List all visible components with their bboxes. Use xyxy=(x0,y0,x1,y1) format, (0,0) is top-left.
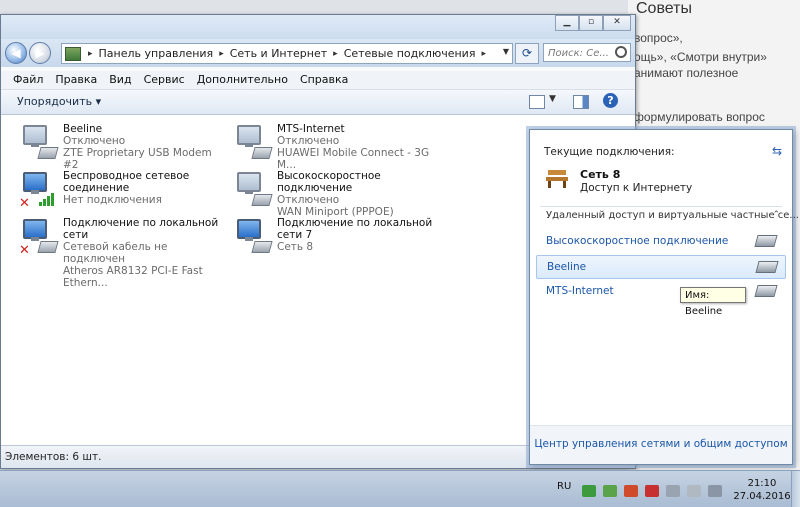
tray-volume-icon[interactable] xyxy=(687,485,701,497)
menu-advanced[interactable]: Дополнительно xyxy=(191,71,294,89)
connection-name: Подключение по локальной сети 7 xyxy=(277,217,433,241)
modem-icon xyxy=(19,125,59,161)
breadcrumb-network-internet[interactable]: Сеть и Интернет xyxy=(227,47,330,60)
minimize-button[interactable]: ▁ xyxy=(555,15,579,31)
background-page-text: формулировать вопрос xyxy=(634,110,765,124)
menu-file[interactable]: Файл xyxy=(7,71,49,89)
tray-app-icon[interactable] xyxy=(624,485,638,497)
network-access: Доступ к Интернету xyxy=(580,182,693,194)
connection-name: Беспроводное сетевое соединение xyxy=(63,170,190,194)
breadcrumb-control-panel[interactable]: Панель управления xyxy=(96,47,217,60)
connection-item[interactable]: Высокоскоростное подключение Отключено W… xyxy=(215,168,429,218)
change-view-icon[interactable] xyxy=(529,95,545,109)
connection-status: Сеть 8 xyxy=(277,241,314,253)
connection-item[interactable]: MTS-Internet Отключено HUAWEI Mobile Con… xyxy=(215,121,429,171)
modem-icon xyxy=(754,235,778,247)
modem-icon xyxy=(754,285,778,297)
network-flyout: Текущие подключения: ⇆ Сеть 8 Доступ к И… xyxy=(529,129,799,465)
clock-date: 27.04.2016 xyxy=(733,491,791,502)
background-page-text: анимают полезное xyxy=(634,66,739,80)
disconnected-x-icon: ✕ xyxy=(19,243,30,258)
current-connections-header: Текущие подключения: xyxy=(544,146,675,158)
cable-icon xyxy=(251,241,273,253)
menu-edit[interactable]: Правка xyxy=(49,71,103,89)
connection-status: Отключено xyxy=(63,135,126,147)
refresh-button[interactable]: ⟳ xyxy=(515,43,539,64)
flyout-entry-beeline[interactable]: Beeline xyxy=(536,255,786,279)
modem-icon xyxy=(233,125,273,161)
background-page-text: вопрос», xyxy=(634,31,683,45)
organize-button[interactable]: Упорядочить ▾ xyxy=(17,95,101,108)
menu-help[interactable]: Справка xyxy=(294,71,354,89)
item-count: Элементов: 6 шт. xyxy=(5,451,102,463)
tooltip: Имя: Beeline xyxy=(680,287,746,317)
connection-status: Нет подключения xyxy=(63,194,162,206)
network-name: Сеть 8 xyxy=(580,168,621,181)
search-icon xyxy=(615,46,627,58)
search-input[interactable]: Поиск: Се... xyxy=(543,43,631,62)
language-indicator[interactable]: RU xyxy=(557,481,571,492)
show-desktop-button[interactable] xyxy=(791,471,800,507)
pppoe-icon xyxy=(233,172,273,208)
tray-app-icon[interactable] xyxy=(603,485,617,497)
connection-name: Beeline xyxy=(63,123,103,135)
connection-item[interactable]: Подключение по локальной сети 7 Сеть 8 xyxy=(215,215,432,261)
tray-shield-icon[interactable] xyxy=(645,485,659,497)
background-page-title: Советы xyxy=(636,0,692,17)
public-network-icon xyxy=(546,170,568,188)
close-button[interactable]: ✕ xyxy=(603,15,631,31)
menu-view[interactable]: Вид xyxy=(103,71,137,89)
breadcrumb-network-connections[interactable]: Сетевые подключения xyxy=(341,47,479,60)
taskbar: RU 21:10 27.04.2016 xyxy=(0,470,800,507)
cable-icon xyxy=(37,241,59,253)
view-options-caret-icon[interactable]: ▼ xyxy=(549,94,556,104)
navigation-bar: ◀ ▶ ▸ Панель управления ▸ Сеть и Интерне… xyxy=(1,39,635,67)
connection-status: Сетевой кабель не подключен xyxy=(63,241,168,265)
lan-icon xyxy=(233,219,273,255)
address-dropdown-icon[interactable]: ▼ xyxy=(503,47,509,56)
menu-service[interactable]: Сервис xyxy=(138,71,191,89)
tray-network-icon[interactable] xyxy=(708,485,722,497)
background-page-text: ощь», «Смотри внутри» xyxy=(634,50,767,64)
connection-status: Отключено xyxy=(277,194,340,206)
flyout-entry-mts[interactable]: MTS-Internet xyxy=(536,280,784,302)
menu-bar: Файл Правка Вид Сервис Дополнительно Спр… xyxy=(1,71,635,90)
forward-button[interactable]: ▶ xyxy=(29,42,51,64)
connection-device: Atheros AR8132 PCI-E Fast Ethern... xyxy=(63,265,203,289)
flyout-entry-highspeed[interactable]: Высокоскоростное подключение xyxy=(536,230,784,252)
dialup-vpn-section[interactable]: Удаленный доступ и виртуальные частные с… xyxy=(546,210,799,221)
clock[interactable]: 21:10 27.04.2016 xyxy=(733,477,791,503)
toolbar: Упорядочить ▾ ▼ ? xyxy=(1,90,635,115)
tray-check-icon[interactable] xyxy=(582,485,596,497)
disconnected-x-icon: ✕ xyxy=(19,196,30,211)
refresh-icon[interactable]: ⇆ xyxy=(772,144,782,158)
tray-flag-icon[interactable] xyxy=(666,485,680,497)
connection-item[interactable]: Beeline Отключено ZTE Proprietary USB Mo… xyxy=(1,121,215,171)
preview-pane-icon[interactable] xyxy=(573,95,589,109)
connection-item[interactable]: ✕ Подключение по локальной сети Сетевой … xyxy=(1,215,218,289)
lan-icon: ✕ xyxy=(19,219,59,258)
connection-name: Подключение по локальной сети xyxy=(63,217,219,241)
signal-bars-icon xyxy=(39,192,57,206)
wireless-icon: ✕ xyxy=(19,172,57,211)
maximize-button[interactable]: ▫ xyxy=(579,15,603,31)
clock-time: 21:10 xyxy=(747,478,777,489)
network-center-link[interactable]: Центр управления сетями и общим доступом xyxy=(530,438,792,450)
connection-name: MTS-Internet xyxy=(277,123,345,135)
control-panel-icon xyxy=(65,46,81,61)
connection-item[interactable]: ✕ Беспроводное сетевое соединение Нет по… xyxy=(1,168,215,214)
modem-icon xyxy=(755,261,779,273)
flyout-footer: Центр управления сетями и общим доступом xyxy=(530,425,792,464)
address-bar[interactable]: ▸ Панель управления ▸ Сеть и Интернет ▸ … xyxy=(61,43,513,64)
back-button[interactable]: ◀ xyxy=(5,42,27,64)
help-icon[interactable]: ? xyxy=(603,93,618,108)
connection-name: Высокоскоростное подключение xyxy=(277,170,381,194)
section-collapse-icon[interactable]: ⌃ xyxy=(772,210,780,220)
connection-status: Отключено xyxy=(277,135,340,147)
